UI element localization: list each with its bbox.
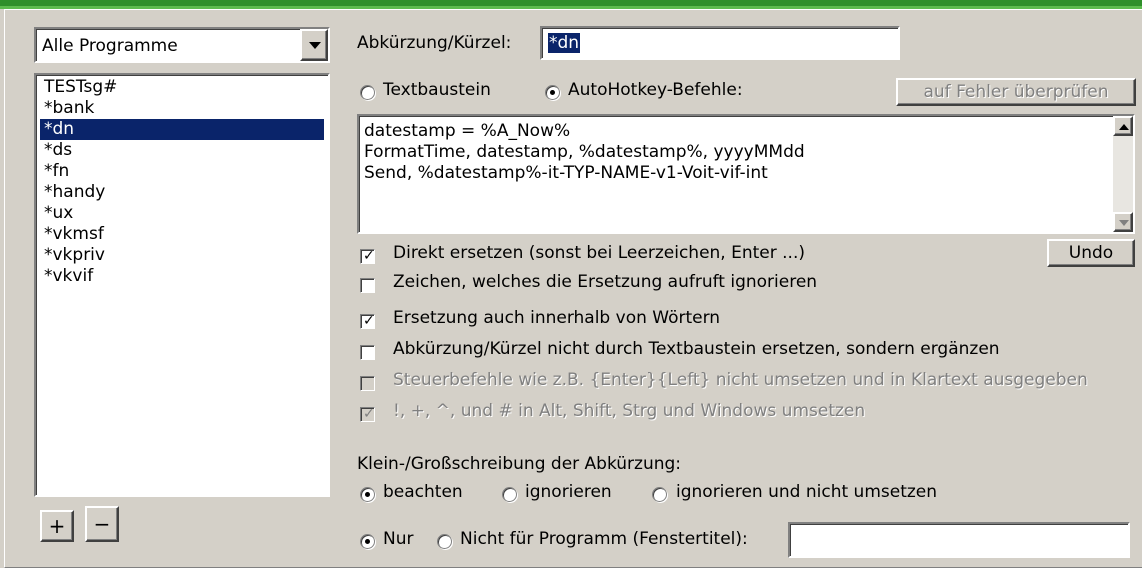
- case-observe-label: beachten: [383, 482, 463, 502]
- direct-replace-label: Direkt ersetzen (sonst bei Leerzeichen, …: [393, 243, 805, 263]
- case-ignore-no-convert-radio[interactable]: [652, 487, 667, 502]
- window-title-input[interactable]: [788, 522, 1130, 558]
- remove-button[interactable]: −: [85, 506, 119, 542]
- autohotkey-label: AutoHotkey-Befehle:: [568, 80, 743, 100]
- list-item[interactable]: *vkpriv: [40, 245, 324, 266]
- arrow-down-icon: [1119, 220, 1129, 226]
- abbreviation-value: *dn: [548, 33, 581, 53]
- list-item[interactable]: *handy: [40, 182, 324, 203]
- scroll-down-button[interactable]: [1113, 212, 1133, 232]
- program-select-value: Alle Programme: [42, 36, 178, 56]
- case-heading: Klein-/Großschreibung der Abkürzung:: [357, 454, 682, 474]
- check-errors-button[interactable]: auf Fehler überprüfen: [896, 78, 1136, 106]
- inside-words-label: Ersetzung auch innerhalb von Wörtern: [393, 308, 721, 328]
- chevron-down-icon: [309, 42, 321, 49]
- modifier-translate-label: !, +, ^, und # in Alt, Shift, Strg und W…: [393, 401, 866, 421]
- arrow-up-icon: [1119, 124, 1129, 130]
- dropdown-button[interactable]: [300, 29, 328, 61]
- list-item[interactable]: *bank: [40, 98, 324, 119]
- undo-button[interactable]: Undo: [1047, 239, 1135, 267]
- code-line: FormatTime, datestamp, %datestamp%, yyyy…: [364, 142, 805, 162]
- hotstring-list[interactable]: TESTsg# *bank *dn *ds *fn *handy *ux *vk…: [34, 73, 330, 497]
- checkmark-icon: ✓: [363, 248, 375, 264]
- code-line: Send, %datestamp%-it-TYP-NAME-v1-Voit-vi…: [364, 163, 768, 183]
- abbreviation-label: Abkürzung/Kürzel:: [357, 33, 512, 53]
- textbaustein-label: Textbaustein: [383, 80, 491, 100]
- list-item[interactable]: TESTsg#: [40, 77, 324, 98]
- case-ignore-label: ignorieren: [525, 482, 612, 502]
- code-line: datestamp = %A_Now%: [364, 121, 571, 141]
- no-backspace-label: Abkürzung/Kürzel nicht durch Textbaustei…: [393, 339, 1000, 359]
- autohotkey-radio[interactable]: [545, 85, 560, 100]
- abbreviation-input[interactable]: *dn: [540, 26, 900, 60]
- case-observe-radio[interactable]: [360, 487, 375, 502]
- scroll-up-button[interactable]: [1113, 116, 1133, 136]
- filter-only-label: Nur: [383, 529, 414, 549]
- filter-not-radio[interactable]: [437, 534, 452, 549]
- no-backspace-checkbox[interactable]: [360, 345, 375, 360]
- raw-mode-label: Steuerbefehle wie z.B. {Enter}{Left} nic…: [393, 370, 1088, 390]
- inside-words-checkbox[interactable]: ✓: [360, 313, 375, 329]
- checkmark-icon: ✓: [363, 313, 375, 329]
- filter-only-radio[interactable]: [360, 534, 375, 549]
- list-item-selected[interactable]: *dn: [40, 119, 324, 140]
- case-ignore-radio[interactable]: [502, 487, 517, 502]
- ignore-trigger-char-label: Zeichen, welches die Ersetzung aufruft i…: [393, 272, 818, 292]
- add-button[interactable]: +: [40, 510, 74, 542]
- direct-replace-checkbox[interactable]: ✓: [360, 248, 375, 264]
- list-item[interactable]: *ds: [40, 140, 324, 161]
- list-item[interactable]: *vkvif: [40, 266, 324, 287]
- ignore-trigger-char-checkbox[interactable]: [360, 278, 375, 293]
- checkmark-icon: ✓: [363, 406, 375, 422]
- raw-mode-checkbox[interactable]: [360, 376, 375, 391]
- modifier-translate-checkbox[interactable]: ✓: [360, 406, 375, 422]
- code-text: datestamp = %A_Now% FormatTime, datestamp…: [364, 121, 805, 184]
- list-item[interactable]: *fn: [40, 161, 324, 182]
- vertical-scrollbar[interactable]: [1113, 116, 1133, 232]
- code-editor[interactable]: datestamp = %A_Now% FormatTime, datestamp…: [357, 114, 1135, 234]
- textbaustein-radio[interactable]: [360, 85, 375, 100]
- list-item[interactable]: *vkmsf: [40, 224, 324, 245]
- list-item[interactable]: *ux: [40, 203, 324, 224]
- case-ignore-no-convert-label: ignorieren und nicht umsetzen: [676, 482, 938, 502]
- filter-not-label: Nicht für Programm (Fenstertitel):: [460, 529, 748, 549]
- program-select[interactable]: Alle Programme: [34, 27, 330, 63]
